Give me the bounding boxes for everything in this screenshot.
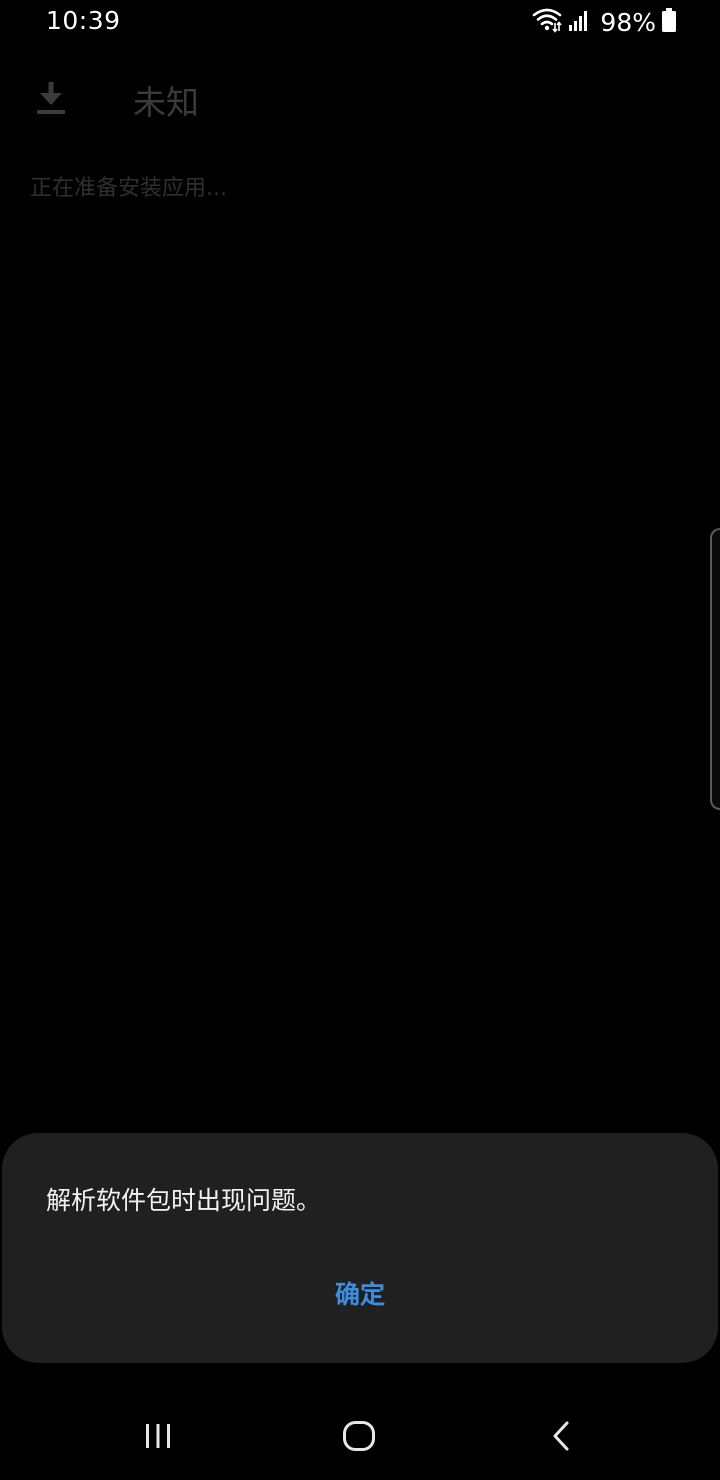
battery-icon [662,8,676,36]
edge-panel-handle[interactable] [710,528,720,810]
status-time: 10:39 [46,6,121,35]
cell-signal-icon [568,8,590,36]
battery-percent: 98% [600,7,656,37]
back-icon [549,1420,573,1456]
home-button[interactable] [329,1414,389,1462]
app-title: 未知 [133,83,199,122]
home-icon [342,1420,376,1456]
install-status-text: 正在准备安装应用... [30,176,227,201]
status-bar: 10:39 98% [0,0,720,44]
wifi-icon [532,7,563,37]
error-dialog: 解析软件包时出现问题。 确定 [2,1133,718,1363]
back-button[interactable] [531,1414,591,1462]
app-header: 未知 [0,68,720,128]
dialog-message: 解析软件包时出现问题。 [46,1186,322,1215]
navigation-bar [0,1396,720,1480]
status-icons: 98% [532,6,676,38]
download-icon [34,80,68,116]
recents-icon [143,1422,173,1454]
recents-button[interactable] [128,1414,188,1462]
ok-button[interactable]: 确定 [300,1263,420,1323]
